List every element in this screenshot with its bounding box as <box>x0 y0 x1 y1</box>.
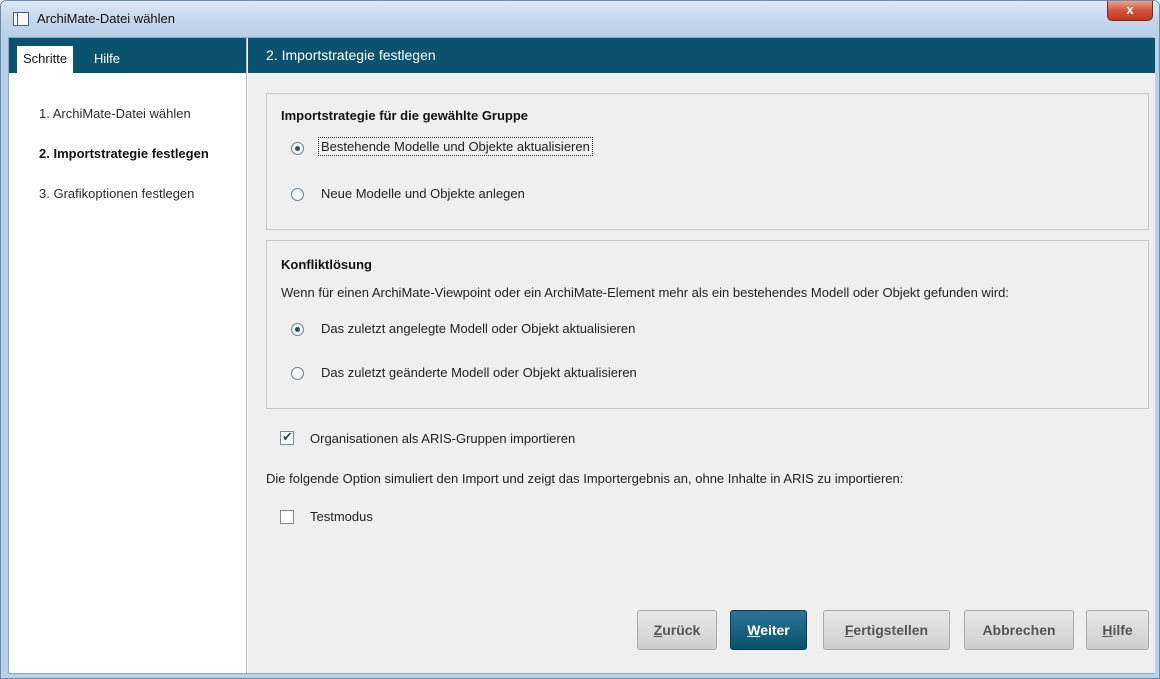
tab-hilfe[interactable]: Hilfe <box>88 46 126 73</box>
radio-last-modified[interactable] <box>291 367 304 380</box>
import-strategy-group: Importstrategie für die gewählte Gruppe … <box>266 93 1149 230</box>
window-title: ArchiMate-Datei wählen <box>37 11 176 26</box>
conflict-resolution-group: Konfliktlösung Wenn für einen ArchiMate-… <box>266 240 1149 409</box>
cancel-button[interactable]: Abbrechen <box>964 610 1074 650</box>
content-panel: 2. Importstrategie festlegen Importstrat… <box>248 38 1155 673</box>
checkmark-icon: ✔ <box>282 429 293 444</box>
checkbox-test-mode[interactable] <box>280 510 294 524</box>
radio-update-existing-label[interactable]: Bestehende Modelle und Objekte aktualisi… <box>318 137 593 156</box>
step-1-archimate-datei[interactable]: 1. ArchiMate-Datei wählen <box>39 106 191 121</box>
dialog-client-area: Schritte Hilfe 1. ArchiMate-Datei wählen… <box>8 37 1155 674</box>
conflict-resolution-title: Konfliktlösung <box>281 257 372 272</box>
steps-panel: Schritte Hilfe 1. ArchiMate-Datei wählen… <box>9 38 247 673</box>
import-strategy-title: Importstrategie für die gewählte Gruppe <box>281 108 529 123</box>
radio-last-created-label[interactable]: Das zuletzt angelegte Modell oder Objekt… <box>321 321 635 336</box>
simulation-note: Die folgende Option simuliert den Import… <box>266 471 904 486</box>
help-button[interactable]: Hilfe <box>1086 610 1149 650</box>
next-button[interactable]: Weiter <box>730 610 807 650</box>
dialog-window: ArchiMate-Datei wählen x Schritte Hilfe … <box>0 0 1160 679</box>
radio-last-modified-label[interactable]: Das zuletzt geänderte Modell oder Objekt… <box>321 365 637 380</box>
back-button[interactable]: Zurück <box>637 610 717 650</box>
checkbox-org-groups-label[interactable]: Organisationen als ARIS-Gruppen importie… <box>310 431 575 446</box>
conflict-description: Wenn für einen ArchiMate-Viewpoint oder … <box>281 285 1009 300</box>
panel-tabs: Schritte Hilfe <box>9 38 246 73</box>
radio-create-new[interactable] <box>291 188 304 201</box>
radio-update-existing[interactable] <box>291 142 304 155</box>
radio-last-created[interactable] <box>291 323 304 336</box>
page-title: 2. Importstrategie festlegen <box>248 38 1155 73</box>
checkbox-org-groups[interactable]: ✔ <box>280 429 294 445</box>
close-icon: x <box>1126 2 1134 17</box>
window-icon <box>13 12 29 26</box>
step-2-importstrategie[interactable]: 2. Importstrategie festlegen <box>39 146 209 161</box>
checkbox-test-mode-label[interactable]: Testmodus <box>310 509 373 524</box>
step-3-grafikoptionen[interactable]: 3. Grafikoptionen festlegen <box>39 186 194 201</box>
radio-create-new-label[interactable]: Neue Modelle und Objekte anlegen <box>321 186 525 201</box>
title-bar[interactable]: ArchiMate-Datei wählen x <box>1 1 1159 37</box>
close-button[interactable]: x <box>1107 1 1153 21</box>
finish-button[interactable]: Fertigstellen <box>823 610 950 650</box>
tab-schritte[interactable]: Schritte <box>17 46 74 73</box>
